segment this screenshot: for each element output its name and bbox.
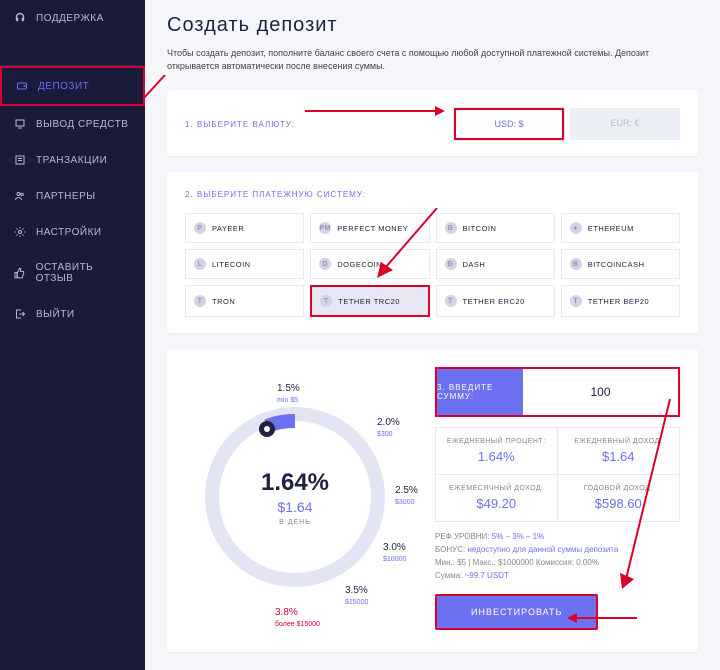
currency-eur[interactable]: EUR: € — [570, 108, 680, 140]
sidebar-item-logout[interactable]: ВЫЙТИ — [0, 296, 145, 332]
ref-line: РЕФ.УРОВНИ: 5% – 3% – 1% — [435, 532, 680, 541]
pay-dogecoin[interactable]: DDOGECOIN — [310, 249, 429, 279]
page-title: Создать депозит — [167, 14, 698, 37]
amount-input[interactable] — [523, 369, 678, 415]
gear-icon — [14, 226, 26, 238]
usdt-icon: T — [570, 295, 582, 307]
sidebar-item-settings[interactable]: НАСТРОЙКИ — [0, 214, 145, 250]
withdraw-icon — [14, 118, 26, 130]
ltc-icon: L — [194, 258, 206, 270]
pm-icon: PM — [319, 222, 331, 234]
invest-button[interactable]: ИНВЕСТИРОВАТЬ — [435, 594, 598, 630]
usdt-icon: T — [320, 295, 332, 307]
doge-icon: D — [319, 258, 331, 270]
dash-icon: Ð — [445, 258, 457, 270]
payment-grid: PPAYEER PMPERFECT MONEY BBITCOIN ♦ETHERE… — [185, 213, 680, 317]
payeer-icon: P — [194, 222, 206, 234]
headset-icon — [14, 12, 26, 24]
sidebar-item-label: ПАРТНЕРЫ — [36, 191, 96, 202]
sidebar-item-label: ВЫЙТИ — [36, 309, 75, 320]
sidebar-item-label: НАСТРОЙКИ — [36, 227, 102, 238]
gauge-per-day: В ДЕНЬ — [279, 519, 311, 526]
btc-icon: B — [445, 222, 457, 234]
wallet-icon — [16, 80, 28, 92]
amount-row: 3. ВВЕДИТЕ СУММУ: — [435, 367, 680, 417]
pay-dash[interactable]: ÐDASH — [436, 249, 555, 279]
amount-card: 1.64% $1.64 В ДЕНЬ 1.5%min $5 2.0%$300 2… — [167, 349, 698, 652]
stats-grid: ЕЖЕДНЕВНЫЙ ПРОЦЕНТ:1.64% ЕЖЕДНЕВНЫЙ ДОХО… — [435, 427, 680, 522]
sidebar-item-review[interactable]: ОСТАВИТЬ ОТЗЫВ — [0, 250, 145, 296]
gauge-dollar: $1.64 — [277, 499, 312, 515]
currency-usd[interactable]: USD: $ — [454, 108, 564, 140]
list-icon — [14, 154, 26, 166]
sidebar-item-label: ВЫВОД СРЕДСТВ — [36, 119, 128, 130]
sidebar-item-label: ТРАНЗАКЦИИ — [36, 155, 107, 166]
bch-icon: B — [570, 258, 582, 270]
step3-label: 3. ВВЕДИТЕ СУММУ: — [437, 369, 523, 415]
step1-label: 1. ВЫБЕРИТЕ ВАЛЮТУ: — [185, 120, 295, 129]
pay-tron[interactable]: TTRON — [185, 285, 304, 317]
pay-bitcoincash[interactable]: BBITCOINCASH — [561, 249, 680, 279]
percent-gauge: 1.64% $1.64 В ДЕНЬ 1.5%min $5 2.0%$300 2… — [185, 367, 415, 627]
step2-label: 2. ВЫБЕРИТЕ ПЛАТЕЖНУЮ СИСТЕМУ: — [185, 190, 680, 199]
main-content: Создать депозит Чтобы создать депозит, п… — [145, 0, 720, 670]
sidebar: ПОДДЕРЖКА ДЕПОЗИТ ВЫВОД СРЕДСТВ ТРАНЗАКЦ… — [0, 0, 145, 670]
sidebar-item-deposit[interactable]: ДЕПОЗИТ — [0, 66, 145, 106]
pay-perfectmoney[interactable]: PMPERFECT MONEY — [310, 213, 429, 243]
thumbs-up-icon — [14, 267, 26, 279]
sidebar-item-support[interactable]: ПОДДЕРЖКА — [0, 0, 145, 36]
sidebar-item-partners[interactable]: ПАРТНЕРЫ — [0, 178, 145, 214]
sidebar-item-label: ОСТАВИТЬ ОТЗЫВ — [36, 262, 131, 284]
eth-icon: ♦ — [570, 222, 582, 234]
page-description: Чтобы создать депозит, пополните баланс … — [167, 47, 698, 72]
pay-tether-bep20[interactable]: TTETHER BEP20 — [561, 285, 680, 317]
pay-ethereum[interactable]: ♦ETHEREUM — [561, 213, 680, 243]
gauge-percent: 1.64% — [261, 469, 329, 497]
usdt-icon: T — [445, 295, 457, 307]
users-icon — [14, 190, 26, 202]
pay-litecoin[interactable]: LLITECOIN — [185, 249, 304, 279]
pay-tether-trc20[interactable]: TTETHER TRC20 — [310, 285, 429, 317]
pay-tether-erc20[interactable]: TTETHER ERC20 — [436, 285, 555, 317]
sidebar-item-label: ДЕПОЗИТ — [38, 81, 89, 92]
sum-line: Сумма: ~99.7 USDT — [435, 571, 680, 580]
sidebar-item-transactions[interactable]: ТРАНЗАКЦИИ — [0, 142, 145, 178]
logout-icon — [14, 308, 26, 320]
currency-card: 1. ВЫБЕРИТЕ ВАЛЮТУ: USD: $ EUR: € — [167, 90, 698, 156]
pay-payeer[interactable]: PPAYEER — [185, 213, 304, 243]
trx-icon: T — [194, 295, 206, 307]
limits-line: Мин.: $5 | Макс.: $1000000 Комиссия: 0.0… — [435, 558, 680, 567]
pay-bitcoin[interactable]: BBITCOIN — [436, 213, 555, 243]
payment-card: 2. ВЫБЕРИТЕ ПЛАТЕЖНУЮ СИСТЕМУ: PPAYEER P… — [167, 172, 698, 333]
sidebar-item-label: ПОДДЕРЖКА — [36, 13, 104, 24]
bonus-line: БОНУС: недоступно для данной суммы депоз… — [435, 545, 680, 554]
sidebar-item-withdraw[interactable]: ВЫВОД СРЕДСТВ — [0, 106, 145, 142]
